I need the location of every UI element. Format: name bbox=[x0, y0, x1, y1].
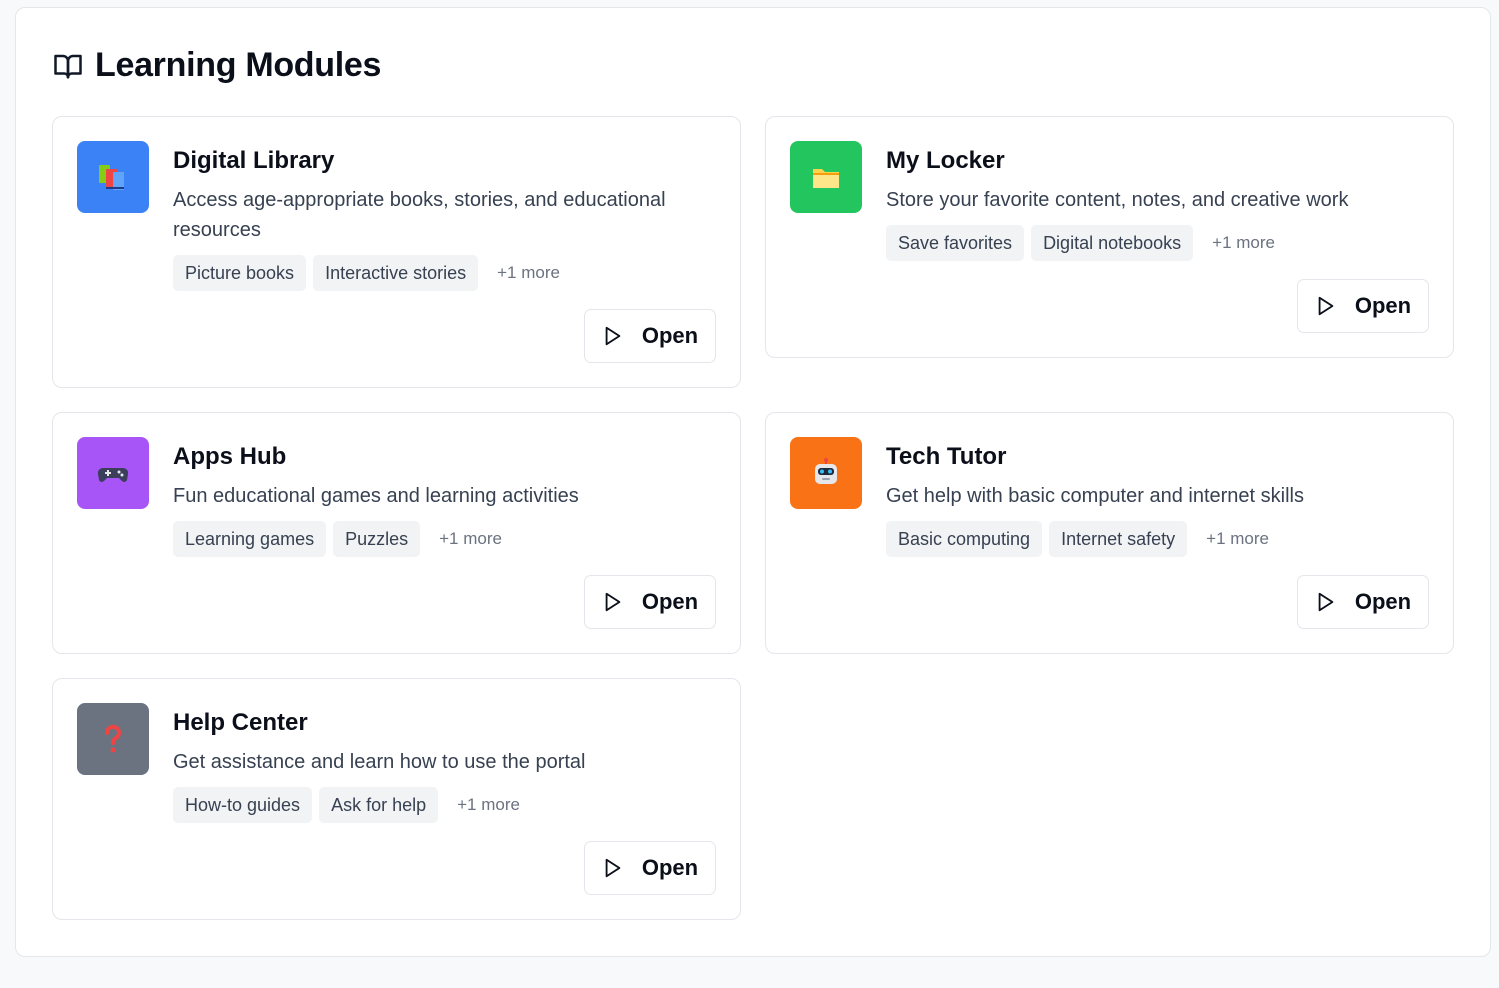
tag-chip: Save favorites bbox=[886, 225, 1025, 261]
module-title: Tech Tutor bbox=[886, 443, 1007, 470]
module-title: Digital Library bbox=[173, 147, 335, 174]
tag-chip: Picture books bbox=[173, 255, 307, 291]
open-button-label: Open bbox=[1354, 589, 1412, 614]
tag-list: Basic computing Internet safety +1 more bbox=[886, 521, 1269, 557]
play-icon bbox=[605, 326, 621, 346]
tag-list: Save favorites Digital notebooks +1 more bbox=[886, 225, 1275, 261]
module-description: Access age-appropriate books, stories, a… bbox=[173, 189, 666, 241]
play-icon bbox=[605, 592, 621, 612]
module-title: My Locker bbox=[886, 147, 1005, 174]
module-title: Help Center bbox=[173, 709, 308, 736]
open-button[interactable]: Open bbox=[584, 841, 716, 895]
tag-chip: Ask for help bbox=[319, 787, 439, 823]
play-icon bbox=[605, 858, 621, 878]
folder-icon bbox=[790, 141, 862, 213]
more-tags-count: +1 more bbox=[1212, 233, 1275, 252]
open-button-label: Open bbox=[1354, 293, 1412, 318]
module-title: Apps Hub bbox=[173, 443, 287, 470]
play-icon bbox=[1318, 592, 1334, 612]
learning-modules-panel: Learning Modules Digital Library Access … bbox=[15, 7, 1491, 957]
open-button[interactable]: Open bbox=[1297, 279, 1429, 333]
play-icon bbox=[1318, 296, 1334, 316]
more-tags-count: +1 more bbox=[497, 263, 560, 282]
more-tags-count: +1 more bbox=[457, 795, 520, 814]
open-button-label: Open bbox=[641, 855, 699, 880]
module-description: Get help with basic computer and interne… bbox=[886, 485, 1304, 507]
module-card-apps-hub: Apps Hub Fun educational games and learn… bbox=[52, 412, 741, 654]
page-title: Learning Modules bbox=[95, 46, 382, 84]
tag-list: How-to guides Ask for help +1 more bbox=[173, 787, 520, 823]
module-description: Get assistance and learn how to use the … bbox=[173, 751, 586, 773]
tag-chip: Basic computing bbox=[886, 521, 1043, 557]
module-card-tech-tutor: Tech Tutor Get help with basic computer … bbox=[765, 412, 1454, 654]
tag-chip: Interactive stories bbox=[313, 255, 479, 291]
tag-chip: How-to guides bbox=[173, 787, 313, 823]
open-button[interactable]: Open bbox=[584, 309, 716, 363]
open-button[interactable]: Open bbox=[584, 575, 716, 629]
tag-chip: Digital notebooks bbox=[1031, 225, 1194, 261]
robot-icon bbox=[790, 437, 862, 509]
tag-list: Picture books Interactive stories +1 mor… bbox=[173, 255, 560, 291]
module-card-my-locker: My Locker Store your favorite content, n… bbox=[765, 116, 1454, 358]
question-mark-icon bbox=[77, 703, 149, 775]
more-tags-count: +1 more bbox=[1206, 529, 1269, 548]
tag-chip: Learning games bbox=[173, 521, 327, 557]
tag-chip: Internet safety bbox=[1049, 521, 1188, 557]
more-tags-count: +1 more bbox=[439, 529, 502, 548]
book-open-icon bbox=[54, 54, 82, 78]
module-description: Fun educational games and learning activ… bbox=[173, 485, 579, 507]
tag-chip: Puzzles bbox=[333, 521, 421, 557]
panel-header: Learning Modules bbox=[53, 46, 381, 85]
open-button-label: Open bbox=[641, 589, 699, 614]
tag-list: Learning games Puzzles +1 more bbox=[173, 521, 502, 557]
module-card-digital-library: Digital Library Access age-appropriate b… bbox=[52, 116, 741, 388]
open-button-label: Open bbox=[641, 323, 699, 348]
open-button[interactable]: Open bbox=[1297, 575, 1429, 629]
module-card-help-center: Help Center Get assistance and learn how… bbox=[52, 678, 741, 920]
module-description: Store your favorite content, notes, and … bbox=[886, 189, 1349, 211]
game-controller-icon bbox=[77, 437, 149, 509]
books-icon bbox=[77, 141, 149, 213]
